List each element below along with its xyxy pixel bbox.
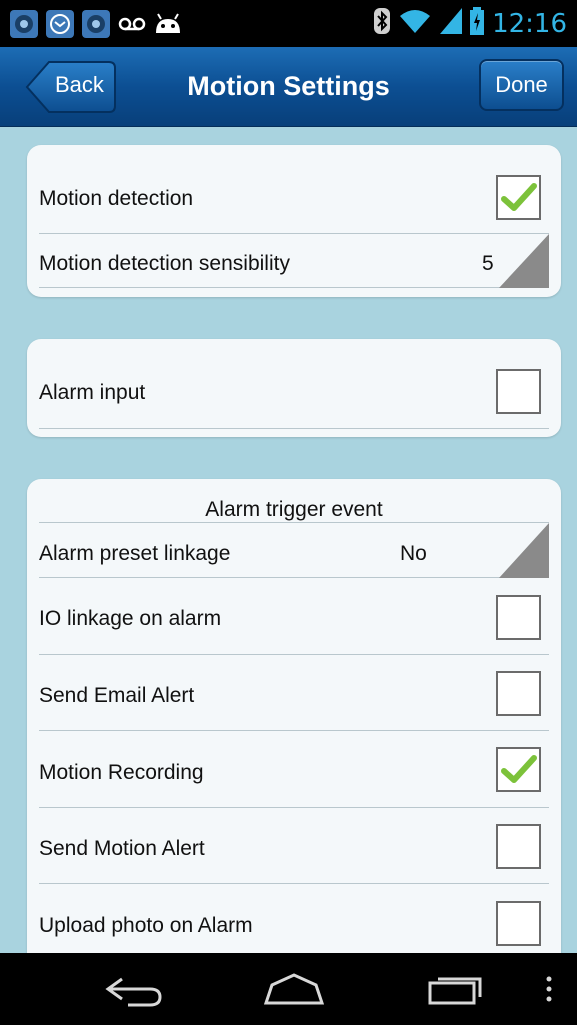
io-linkage-label: IO linkage on alarm [39, 607, 222, 630]
alarm-preset-row[interactable]: Alarm preset linkage No [39, 523, 549, 578]
camera-app-icon [10, 9, 38, 38]
io-linkage-checkbox[interactable] [496, 595, 541, 640]
alarm-input-label: Alarm input [39, 381, 146, 404]
dropdown-corner-icon[interactable] [499, 523, 549, 578]
alarm-preset-value: No [400, 542, 427, 565]
motion-detection-checkbox[interactable] [496, 175, 541, 220]
motion-detection-row[interactable]: Motion detection [39, 145, 549, 234]
send-email-row[interactable]: Send Email Alert [39, 655, 549, 731]
android-debug-icon [154, 10, 182, 38]
wifi-icon [398, 8, 432, 39]
alarm-trigger-title: Alarm trigger event [205, 498, 383, 521]
upload-photo-row[interactable]: Upload photo on Alarm [39, 884, 549, 953]
alarm-input-card: Alarm input [27, 339, 561, 437]
alarm-trigger-header: Alarm trigger event [39, 479, 549, 523]
upload-photo-label: Upload photo on Alarm [39, 914, 253, 937]
navigation-bar [0, 953, 577, 1025]
checkmark-icon [501, 183, 537, 211]
home-nav-icon[interactable] [262, 971, 326, 1007]
send-motion-alert-checkbox[interactable] [496, 824, 541, 869]
send-motion-alert-row[interactable]: Send Motion Alert [39, 808, 549, 884]
recent-apps-icon[interactable] [426, 971, 486, 1007]
alarm-preset-label: Alarm preset linkage [39, 542, 231, 565]
voicemail-icon [118, 10, 146, 38]
motion-recording-row[interactable]: Motion Recording [39, 731, 549, 808]
done-button[interactable]: Done [479, 59, 564, 111]
upload-photo-checkbox[interactable] [496, 901, 541, 946]
motion-sensibility-label: Motion detection sensibility [39, 252, 290, 275]
bluetooth-icon [374, 8, 391, 39]
io-linkage-row[interactable]: IO linkage on alarm [39, 578, 549, 655]
camera-app-icon [82, 9, 110, 38]
alarm-input-row[interactable]: Alarm input [39, 339, 549, 429]
motion-sensibility-value: 5 [482, 252, 494, 275]
signal-icon [440, 8, 463, 39]
battery-charging-icon [470, 7, 485, 40]
settings-content[interactable]: Motion detection Motion detection sensib… [0, 127, 577, 953]
back-nav-icon[interactable] [104, 973, 164, 1009]
motion-detection-card: Motion detection Motion detection sensib… [27, 145, 561, 297]
send-email-checkbox[interactable] [496, 671, 541, 716]
status-time: 12:16 [492, 8, 567, 39]
motion-recording-label: Motion Recording [39, 761, 204, 784]
checkmark-icon [501, 755, 537, 783]
status-bar: 12:16 [0, 0, 577, 47]
send-email-label: Send Email Alert [39, 684, 195, 707]
motion-sensibility-row[interactable]: Motion detection sensibility 5 [39, 234, 549, 288]
send-motion-alert-label: Send Motion Alert [39, 837, 205, 860]
mail-icon [46, 9, 74, 38]
dropdown-corner-icon[interactable] [499, 234, 549, 288]
title-bar: Back Motion Settings Done [0, 47, 577, 127]
alarm-input-checkbox[interactable] [496, 369, 541, 414]
overflow-menu-icon[interactable] [544, 975, 554, 1005]
motion-recording-checkbox[interactable] [496, 747, 541, 792]
alarm-trigger-card: Alarm trigger event Alarm preset linkage… [27, 479, 561, 953]
motion-detection-label: Motion detection [39, 187, 194, 210]
